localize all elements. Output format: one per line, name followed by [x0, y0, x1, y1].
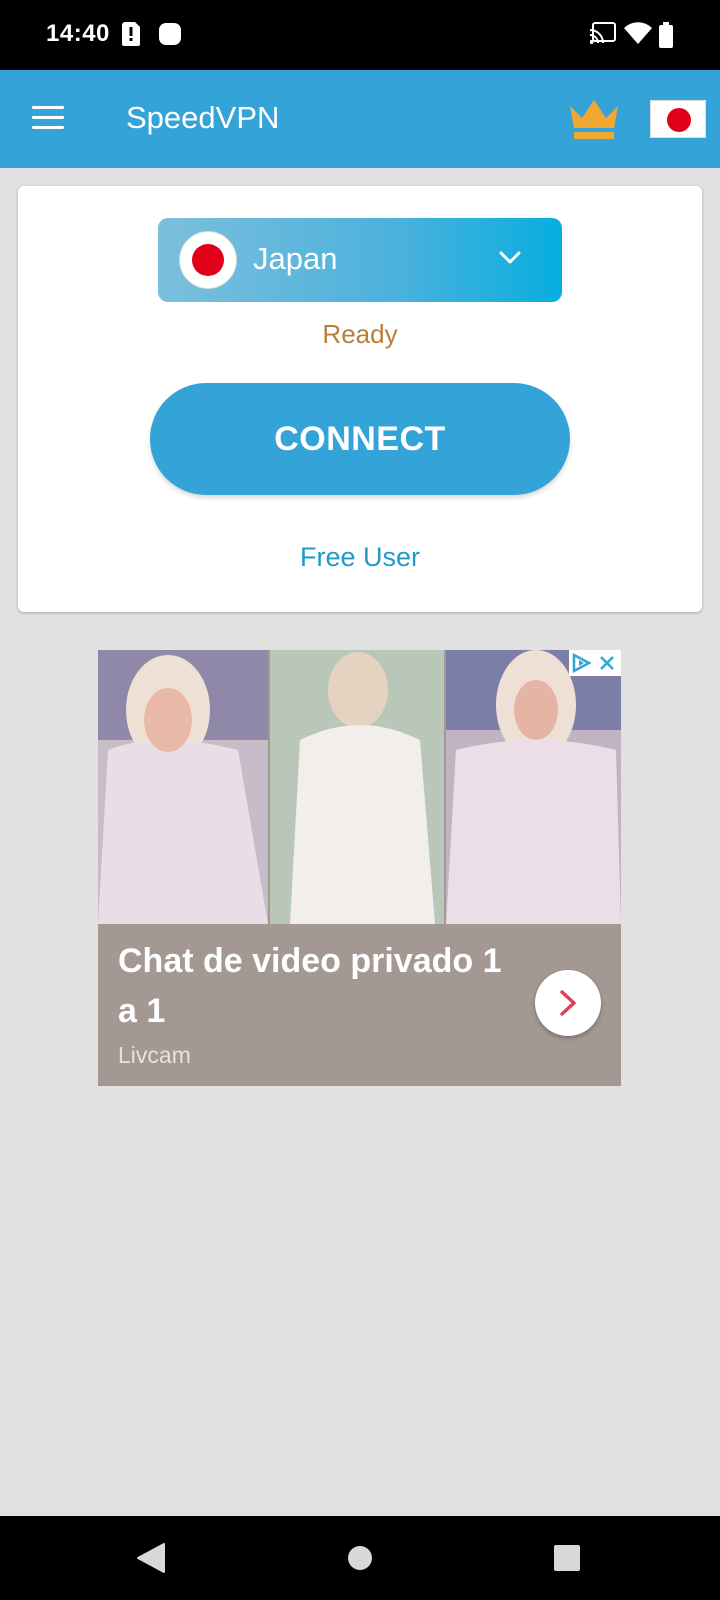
close-icon[interactable] [599, 655, 615, 671]
wifi-icon [624, 22, 652, 44]
crown-icon[interactable] [568, 98, 620, 140]
country-name: Japan [253, 241, 338, 276]
ad-image-panel [270, 650, 444, 924]
chevron-right-icon [560, 990, 576, 1016]
ad-image[interactable] [98, 650, 621, 924]
japan-flag-icon[interactable] [650, 100, 706, 138]
notification-icon [159, 23, 181, 45]
status-time: 14:40 [46, 20, 110, 47]
connect-button[interactable]: CONNECT [150, 383, 570, 495]
user-type-label[interactable]: Free User [18, 542, 702, 573]
battery-icon [659, 22, 673, 48]
connection-card: Japan Ready CONNECT Free User [18, 186, 702, 612]
japan-flag-icon [180, 232, 236, 288]
country-selector[interactable]: Japan [158, 218, 562, 302]
ad-advertiser: Livcam [118, 1042, 191, 1068]
chevron-down-icon [499, 251, 521, 264]
ad-choices-icon[interactable] [571, 653, 593, 673]
back-icon[interactable] [136, 1542, 166, 1574]
ad-banner[interactable]: Chat de video privado 1 a 1 Livcam [98, 650, 621, 1086]
recents-icon[interactable] [554, 1545, 580, 1571]
ad-choices[interactable] [569, 650, 621, 676]
sim-alert-icon [122, 22, 140, 46]
cast-icon [590, 22, 616, 44]
app-bar: SpeedVPN [0, 70, 720, 168]
home-icon[interactable] [347, 1545, 373, 1571]
ad-cta-button[interactable] [535, 970, 601, 1036]
ad-image-panel [98, 650, 268, 924]
status-bar: 14:40 [0, 0, 720, 70]
system-nav-bar [0, 1516, 720, 1600]
ad-headline[interactable]: Chat de video privado 1 a 1 [118, 936, 518, 1036]
connection-status: Ready [322, 319, 398, 349]
ad-image-panel [446, 650, 621, 924]
hamburger-menu-icon[interactable] [30, 102, 66, 132]
app-title: SpeedVPN [126, 100, 280, 135]
